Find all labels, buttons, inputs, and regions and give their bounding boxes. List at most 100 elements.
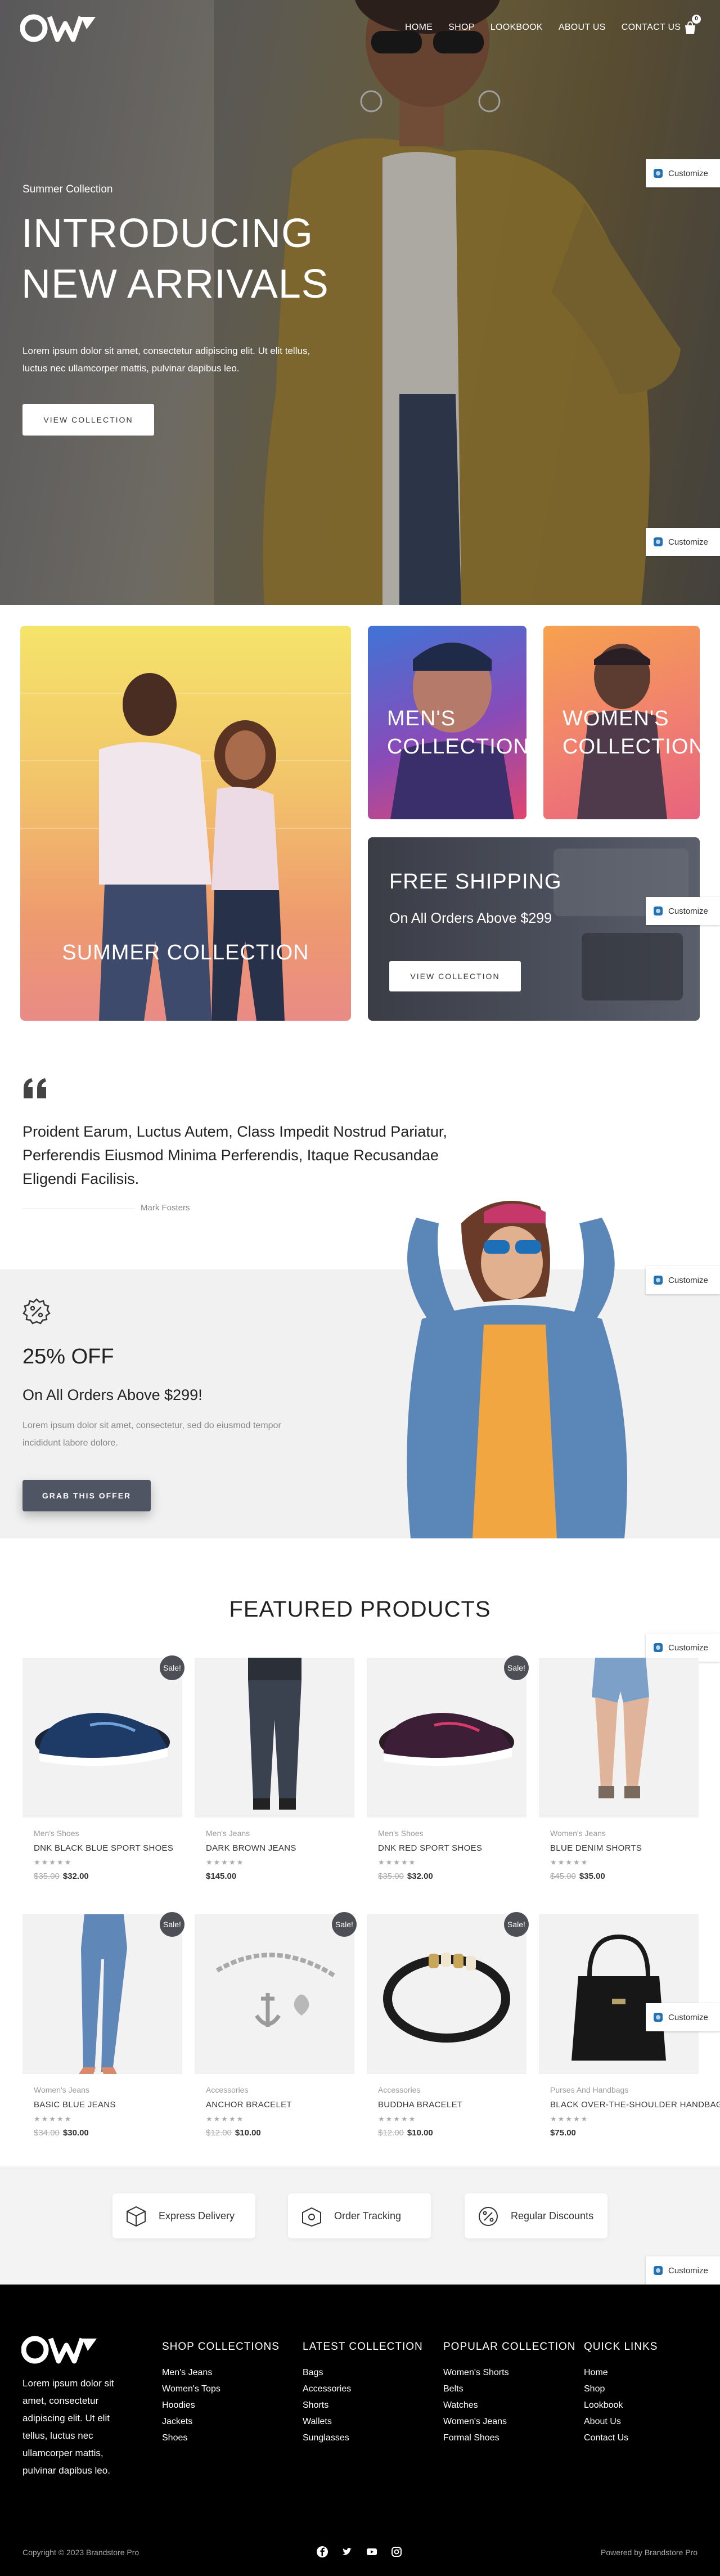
footer-column-popular-collection: POPULAR COLLECTION Women's Shorts Belts … (443, 2341, 576, 2446)
product-name[interactable]: BUDDHA BRACELET (378, 2100, 462, 2110)
product-image[interactable] (22, 1658, 182, 1817)
footer-link[interactable]: Wallets (303, 2413, 423, 2430)
footer-link[interactable]: Accessories (303, 2381, 423, 2397)
product-photo (35, 1713, 170, 1766)
product-category[interactable]: Accessories (378, 2085, 420, 2094)
footer-column-shop-collections: SHOP COLLECTIONS Men's Jeans Women's Top… (162, 2341, 280, 2446)
footer-link[interactable]: Home (584, 2364, 658, 2381)
pencil-icon (654, 2013, 663, 2022)
grab-offer-button[interactable]: GRAB THIS OFFER (22, 1480, 151, 1511)
offer-subheadline: On All Orders Above $299! (22, 1386, 202, 1403)
hero-section: HOME SHOP LOOKBOOK ABOUT US CONTACT US 0… (0, 0, 720, 605)
footer-link[interactable]: Watches (443, 2397, 576, 2413)
original-price: $12.00 (206, 2128, 232, 2138)
product-card[interactable]: Sale! Women's Jeans BASIC BLUE JEANS ★★★★★ $… (22, 1912, 184, 2145)
product-name[interactable]: BLUE DENIM SHORTS (550, 1843, 642, 1853)
product-category[interactable]: Women's Jeans (34, 2085, 89, 2094)
product-name[interactable]: DNK BLACK BLUE SPORT SHOES (34, 1843, 173, 1853)
product-image[interactable] (195, 1914, 354, 2074)
nav-shop[interactable]: SHOP (448, 23, 475, 33)
product-category[interactable]: Accessories (206, 2085, 248, 2094)
product-name[interactable]: BASIC BLUE JEANS (34, 2100, 116, 2110)
free-shipping-card: FREE SHIPPING On All Orders Above $299 V… (368, 837, 700, 1021)
product-photo (248, 1658, 302, 1810)
footer-link[interactable]: Sunglasses (303, 2430, 423, 2446)
brand-logo[interactable] (20, 14, 99, 43)
facebook-icon[interactable] (316, 2546, 328, 2558)
product-name[interactable]: ANCHOR BRACELET (206, 2100, 292, 2110)
womens-collection-card[interactable]: WOMEN'S COLLECTION (543, 626, 700, 819)
product-name[interactable]: DARK BROWN JEANS (206, 1843, 296, 1853)
current-price: $75.00 (550, 2128, 576, 2138)
pencil-icon (654, 906, 663, 915)
product-category[interactable]: Men's Shoes (378, 1829, 424, 1838)
product-category[interactable]: Women's Jeans (550, 1829, 606, 1838)
product-price: $12.00 $10.00 (378, 2128, 433, 2138)
hero-title-line-1: INTRODUCING (21, 211, 313, 256)
product-category[interactable]: Men's Shoes (34, 1829, 79, 1838)
product-card[interactable]: Sale! Accessories BUDDHA BRACELET ★★★★★ $12.… (367, 1912, 529, 2145)
product-category[interactable]: Men's Jeans (206, 1829, 250, 1838)
footer-link[interactable]: Bags (303, 2364, 423, 2381)
nav-about-us[interactable]: ABOUT US (559, 23, 606, 33)
percent-badge-icon (479, 2207, 498, 2226)
rating-stars: ★★★★★ (206, 1858, 245, 1866)
youtube-icon[interactable] (366, 2546, 378, 2558)
product-price: $35.00 $32.00 (34, 1872, 89, 1881)
view-collection-button[interactable]: VIEW COLLECTION (22, 404, 154, 436)
customize-button[interactable]: Customize (646, 1266, 720, 1294)
customize-button[interactable]: Customize (646, 2256, 720, 2285)
summer-collection-card[interactable]: SUMMER COLLECTION (20, 626, 351, 1021)
product-name[interactable]: DNK RED SPORT SHOES (378, 1843, 482, 1853)
footer-link[interactable]: Men's Jeans (162, 2364, 280, 2381)
product-card[interactable]: Women's Jeans BLUE DENIM SHORTS ★★★★★ $45.0… (539, 1658, 699, 1888)
product-image[interactable] (195, 1658, 354, 1817)
product-card[interactable]: Sale! Men's Shoes DNK RED SPORT SHOES ★★★★★… (367, 1655, 529, 1888)
customize-button[interactable]: Customize (646, 528, 720, 556)
footer-link[interactable]: Hoodies (162, 2397, 280, 2413)
footer-link[interactable]: Contact Us (584, 2430, 658, 2446)
hero-title-line-2: NEW ARRIVALS (21, 262, 329, 307)
footer-link[interactable]: Jackets (162, 2413, 280, 2430)
product-name[interactable]: BLACK OVER-THE-SHOULDER HANDBAG (550, 2100, 720, 2110)
discount-badge-icon (22, 1298, 51, 1325)
feature-regular-discounts: Regular Discounts (465, 2193, 608, 2238)
footer-column-title: POPULAR COLLECTION (443, 2341, 576, 2353)
product-photo (383, 1953, 510, 2043)
customize-button[interactable]: Customize (646, 159, 720, 187)
footer-brand-logo[interactable] (21, 2335, 100, 2364)
mens-collection-card[interactable]: MEN'S COLLECTION (368, 626, 526, 819)
product-category[interactable]: Purses And Handbags (550, 2085, 628, 2094)
product-image[interactable] (539, 1914, 699, 2074)
nav-contact-us[interactable]: CONTACT US (622, 23, 681, 33)
footer-link[interactable]: Women's Jeans (443, 2413, 576, 2430)
product-image[interactable] (539, 1658, 699, 1817)
product-card[interactable]: Men's Jeans DARK BROWN JEANS ★★★★★ $145.00 (195, 1658, 354, 1888)
footer-link[interactable]: Lookbook (584, 2397, 658, 2413)
footer-link[interactable]: About Us (584, 2413, 658, 2430)
product-image[interactable] (367, 1914, 526, 2074)
customize-button[interactable]: Customize (646, 2003, 720, 2031)
instagram-icon[interactable] (390, 2546, 403, 2558)
footer-link[interactable]: Women's Shorts (443, 2364, 576, 2381)
footer-link[interactable]: Shop (584, 2381, 658, 2397)
footer-link[interactable]: Belts (443, 2381, 576, 2397)
product-card[interactable]: Sale! Men's Shoes DNK BLACK BLUE SPORT SHO… (22, 1655, 184, 1888)
powered-by-text: Powered by Brandstore Pro (601, 2548, 698, 2557)
product-image[interactable] (22, 1914, 182, 2074)
footer-link[interactable]: Women's Tops (162, 2381, 280, 2397)
nav-lookbook[interactable]: LOOKBOOK (490, 23, 543, 33)
footer-link[interactable]: Formal Shoes (443, 2430, 576, 2446)
footer-link[interactable]: Shorts (303, 2397, 423, 2413)
product-card[interactable]: Sale! Accessories ANCHOR BRACELET ★★★★★ $12.… (195, 1912, 357, 2145)
nav-home[interactable]: HOME (405, 23, 433, 33)
product-image[interactable] (367, 1658, 526, 1817)
customize-button[interactable]: Customize (646, 897, 720, 925)
offer-description: Lorem ipsum dolor sit amet, consectetur,… (22, 1421, 281, 1448)
product-price: $35.00 $32.00 (378, 1872, 433, 1881)
twitter-icon[interactable] (341, 2546, 353, 2558)
footer-link[interactable]: Shoes (162, 2430, 280, 2446)
original-price: $35.00 (378, 1872, 404, 1881)
shipping-view-collection-button[interactable]: VIEW COLLECTION (389, 961, 521, 991)
feature-express-delivery: Express Delivery (112, 2193, 255, 2238)
